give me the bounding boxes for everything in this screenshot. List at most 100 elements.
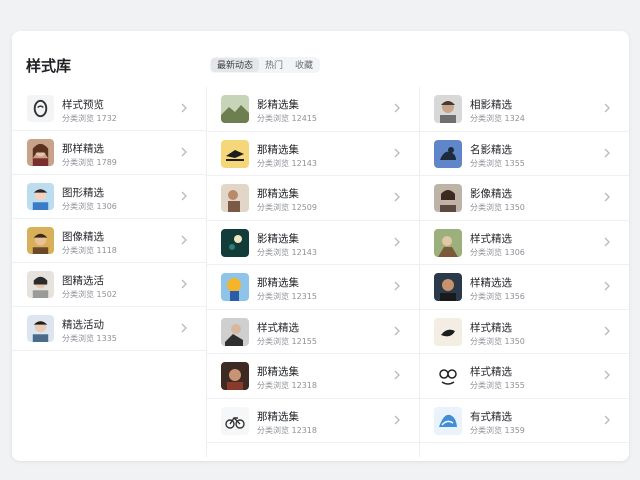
- tab-popular[interactable]: 热门: [259, 58, 289, 72]
- item-meta: 分类浏览 1355: [470, 158, 525, 168]
- tab-favorites[interactable]: 收藏: [289, 58, 319, 72]
- item-name: 那精选集: [257, 366, 299, 378]
- item-meta: 分类浏览 1118: [62, 246, 117, 255]
- list-item[interactable]: 图像精选 分类浏览 1118: [12, 219, 206, 263]
- list-item[interactable]: 那精选集 分类浏览 12509: [207, 176, 419, 221]
- item-name: 影精选集: [257, 99, 299, 111]
- style-library-window: 样式库 最新动态 热门 收藏 样式预览 分类浏览 1732 那样精选 分类浏览 …: [12, 31, 629, 461]
- list-item[interactable]: 样式精选 分类浏览 1350: [420, 310, 629, 354]
- item-name: 图形精选: [62, 187, 104, 199]
- item-name: 图精选活: [62, 275, 104, 287]
- item-meta: 分类浏览 12509: [257, 203, 317, 212]
- chevron-right-icon: [391, 190, 403, 204]
- item-meta: 分类浏览 1732: [62, 114, 117, 123]
- chevron-right-icon: [178, 233, 190, 247]
- chevron-right-icon: [178, 189, 190, 203]
- item-meta: 分类浏览 12143: [257, 158, 317, 168]
- chevron-right-icon: [391, 146, 403, 160]
- item-meta: 分类浏览 1355: [470, 381, 525, 390]
- wave-icon: [434, 406, 462, 435]
- portrait-icon: [221, 362, 249, 390]
- night-icon: [221, 228, 249, 257]
- item-name: 那样精选: [62, 143, 104, 155]
- list-item[interactable]: 那精选集 分类浏览 12143: [207, 132, 419, 176]
- bird-icon: [221, 139, 249, 168]
- chevron-right-icon: [601, 146, 613, 160]
- list-item[interactable]: 精选活动 分类浏览 1335: [12, 307, 206, 351]
- chevron-right-icon: [391, 368, 403, 382]
- list-item[interactable]: 那精选集 分类浏览 12318: [207, 399, 419, 443]
- item-meta: 分类浏览 12315: [257, 292, 317, 301]
- list-item[interactable]: 影精选集 分类浏览 12143: [207, 221, 419, 265]
- column-2: 影精选集 分类浏览 12415 那精选集 分类浏览 12143 那精选集 分类浏…: [206, 87, 419, 457]
- doodle-icon: [434, 362, 462, 390]
- item-name: 样式精选: [257, 321, 299, 334]
- portrait-icon: [27, 139, 54, 166]
- item-meta: 分类浏览 1324: [470, 114, 525, 123]
- page-title: 样式库: [26, 57, 72, 75]
- landscape-icon: [221, 95, 249, 123]
- list-item[interactable]: 相影精选 分类浏览 1324: [420, 87, 629, 132]
- chevron-right-icon: [601, 279, 613, 293]
- portrait-icon: [221, 317, 249, 346]
- chevron-right-icon: [178, 101, 190, 115]
- portrait-icon: [434, 184, 462, 212]
- item-meta: 分类浏览 12155: [257, 336, 317, 346]
- item-name: 相影精选: [470, 99, 512, 111]
- chevron-right-icon: [601, 368, 613, 382]
- chevron-right-icon: [391, 279, 403, 293]
- chevron-right-icon: [601, 101, 613, 115]
- item-meta: 分类浏览 1350: [470, 336, 525, 346]
- chevron-right-icon: [178, 277, 190, 291]
- item-name: 精选活动: [62, 319, 104, 331]
- chevron-right-icon: [178, 145, 190, 159]
- item-name: 图像精选: [62, 231, 104, 243]
- chevron-right-icon: [391, 324, 403, 338]
- photo-icon: [221, 184, 249, 212]
- portrait-icon: [434, 273, 462, 301]
- list-item[interactable]: 有式精选 分类浏览 1359: [420, 399, 629, 443]
- list-item[interactable]: 样式精选 分类浏览 12155: [207, 310, 419, 354]
- chevron-right-icon: [601, 413, 613, 427]
- item-meta: 分类浏览 12143: [257, 247, 317, 257]
- list-item[interactable]: 那样精选 分类浏览 1789: [12, 131, 206, 175]
- filter-tabs: 最新动态 热门 收藏: [210, 57, 321, 73]
- list-item[interactable]: 样式预览 分类浏览 1732: [12, 87, 206, 131]
- item-name: 有式精选: [470, 410, 512, 423]
- portrait-icon: [434, 95, 462, 123]
- item-name: 样式精选: [470, 321, 512, 334]
- item-name: 样式精选: [470, 232, 512, 245]
- item-name: 样式精选: [470, 366, 512, 378]
- chevron-right-icon: [601, 190, 613, 204]
- list-item[interactable]: 那精选集 分类浏览 12315: [207, 265, 419, 310]
- chevron-right-icon: [178, 321, 190, 335]
- list-item[interactable]: 图形精选 分类浏览 1306: [12, 175, 206, 219]
- item-meta: 分类浏览 12318: [257, 425, 317, 435]
- portrait-icon: [27, 315, 54, 342]
- cartoon-icon: [221, 273, 249, 301]
- chevron-right-icon: [391, 101, 403, 115]
- item-meta: 分类浏览 12415: [257, 114, 317, 123]
- bicycle-icon: [221, 406, 249, 435]
- item-name: 样精选选: [470, 277, 512, 289]
- chevron-right-icon: [601, 324, 613, 338]
- column-1: 样式预览 分类浏览 1732 那样精选 分类浏览 1789 图形精选 分类浏览 …: [12, 87, 206, 457]
- logo-icon: [27, 95, 54, 122]
- list-item[interactable]: 图精选活 分类浏览 1502: [12, 263, 206, 307]
- item-meta: 分类浏览 1502: [62, 290, 117, 299]
- list-item[interactable]: 名影精选 分类浏览 1355: [420, 132, 629, 176]
- chevron-right-icon: [391, 413, 403, 427]
- list-item[interactable]: 样式精选 分类浏览 1306: [420, 221, 629, 265]
- list-item[interactable]: 影精选集 分类浏览 12415: [207, 87, 419, 132]
- column-3: 相影精选 分类浏览 1324 名影精选 分类浏览 1355 影像精选 分类浏览 …: [419, 87, 629, 457]
- list-item[interactable]: 那精选集 分类浏览 12318: [207, 354, 419, 399]
- list-item[interactable]: 样式精选 分类浏览 1355: [420, 354, 629, 399]
- list-item[interactable]: 样精选选 分类浏览 1356: [420, 265, 629, 310]
- list-item[interactable]: 影像精选 分类浏览 1350: [420, 176, 629, 221]
- chevron-right-icon: [391, 235, 403, 249]
- item-columns: 样式预览 分类浏览 1732 那样精选 分类浏览 1789 图形精选 分类浏览 …: [12, 87, 629, 457]
- tab-latest[interactable]: 最新动态: [211, 58, 260, 72]
- item-meta: 分类浏览 12318: [257, 381, 317, 390]
- item-name: 那精选集: [257, 188, 299, 200]
- item-meta: 分类浏览 1356: [470, 292, 525, 301]
